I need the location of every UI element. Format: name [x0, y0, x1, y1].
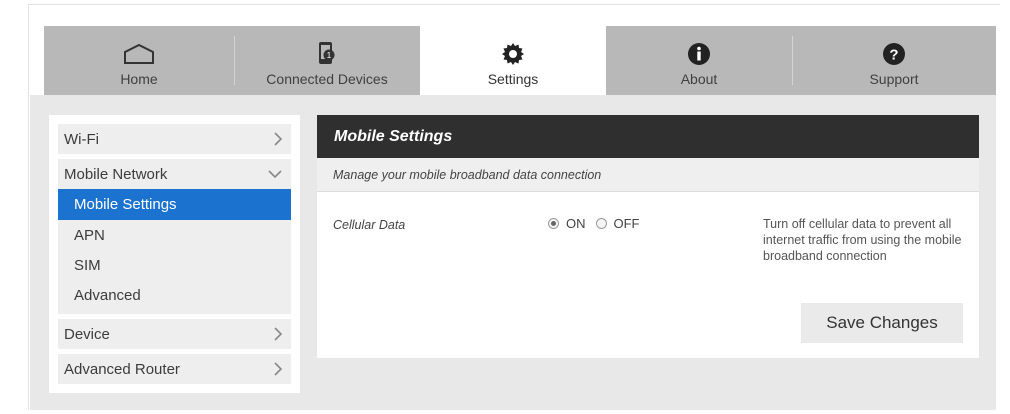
question-icon: ? — [882, 41, 906, 67]
cellular-on-radio[interactable]: ON — [548, 216, 586, 231]
cellular-off-radio[interactable]: OFF — [595, 216, 640, 231]
home-icon — [123, 41, 155, 67]
mobile-settings-panel: Mobile Settings Manage your mobile broad… — [317, 115, 979, 358]
tab-support[interactable]: ? Support — [792, 26, 996, 95]
tab-about[interactable]: About — [606, 26, 792, 95]
sidebar-item-mobile-network[interactable]: Mobile Network — [58, 159, 291, 189]
sidebar-item-label: Device — [64, 325, 110, 343]
tab-about-label: About — [680, 71, 718, 87]
radio-selected-icon — [548, 218, 559, 229]
gear-icon — [501, 41, 525, 67]
sidebar-item-advanced-router[interactable]: Advanced Router — [58, 354, 291, 384]
svg-text:?: ? — [889, 47, 898, 64]
sidebar-item-wifi[interactable]: Wi-Fi — [58, 124, 291, 154]
chevron-right-icon — [273, 326, 283, 342]
save-changes-button[interactable]: Save Changes — [801, 303, 963, 343]
radio-off-label: OFF — [613, 216, 640, 231]
cellular-data-label: Cellular Data — [333, 218, 406, 232]
tab-connected-devices[interactable]: 1 Connected Devices — [234, 26, 420, 95]
sidebar-item-label: Wi-Fi — [64, 130, 99, 148]
chevron-right-icon — [273, 131, 283, 147]
tab-settings[interactable]: Settings — [420, 26, 606, 95]
connected-devices-icon: 1 — [316, 41, 338, 67]
cellular-data-help-text: Turn off cellular data to prevent all in… — [763, 217, 962, 263]
tab-home-label: Home — [120, 71, 158, 87]
svg-text:1: 1 — [327, 51, 332, 60]
panel-subtitle: Manage your mobile broadband data connec… — [317, 158, 979, 192]
chevron-right-icon — [273, 361, 283, 377]
sidebar-subitem-advanced[interactable]: Advanced — [58, 280, 291, 310]
tab-home[interactable]: Home — [44, 26, 234, 95]
sidebar-subitem-sim[interactable]: SIM — [58, 250, 291, 280]
info-icon — [687, 41, 711, 67]
top-navigation: Home 1 Connected Devices Settings About … — [44, 26, 996, 95]
radio-on-label: ON — [566, 216, 586, 231]
mobile-network-submenu: Mobile Settings APN SIM Advanced — [58, 189, 291, 314]
sidebar-item-device[interactable]: Device — [58, 319, 291, 349]
settings-sidebar: Wi-Fi Mobile Network Mobile Settings APN… — [49, 115, 300, 393]
tab-support-label: Support — [869, 71, 919, 87]
cellular-data-radio-group: ON OFF — [548, 216, 650, 231]
radio-unselected-icon — [595, 218, 607, 229]
sidebar-subitem-mobile-settings[interactable]: Mobile Settings — [58, 189, 291, 220]
panel-title: Mobile Settings — [317, 115, 979, 158]
tab-settings-label: Settings — [487, 71, 539, 87]
chevron-down-icon — [267, 169, 283, 179]
sidebar-item-label: Mobile Network — [64, 165, 168, 183]
tab-connected-devices-label: Connected Devices — [266, 71, 388, 87]
sidebar-subitem-apn[interactable]: APN — [58, 220, 291, 250]
sidebar-item-label: Advanced Router — [64, 360, 180, 378]
